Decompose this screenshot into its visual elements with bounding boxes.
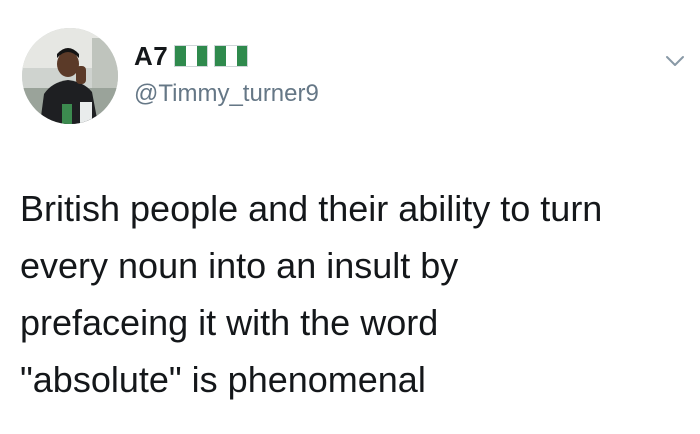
nigeria-flag-icon: [174, 45, 209, 67]
author-name-row: A7: [134, 40, 249, 72]
avatar-photo: [22, 28, 118, 124]
author-display-name[interactable]: A7: [134, 41, 168, 72]
nigeria-flag-icon: [214, 45, 249, 67]
tweet-text-line: British people and their ability to turn: [20, 188, 603, 229]
chevron-down-icon[interactable]: [664, 50, 686, 72]
tweet-text-line: prefaceing it with the word: [20, 302, 439, 343]
tweet-text-line: "absolute" is phenomenal: [20, 359, 426, 400]
tweet-text: British people and their ability to turn…: [20, 180, 685, 408]
flag-emojis: [174, 45, 249, 67]
tweet-card: A7 @Timmy_turner9 British people and the…: [0, 0, 700, 434]
author-handle[interactable]: @Timmy_turner9: [134, 80, 319, 108]
tweet-text-line: every noun into an insult by: [20, 245, 459, 286]
avatar[interactable]: [22, 28, 118, 124]
